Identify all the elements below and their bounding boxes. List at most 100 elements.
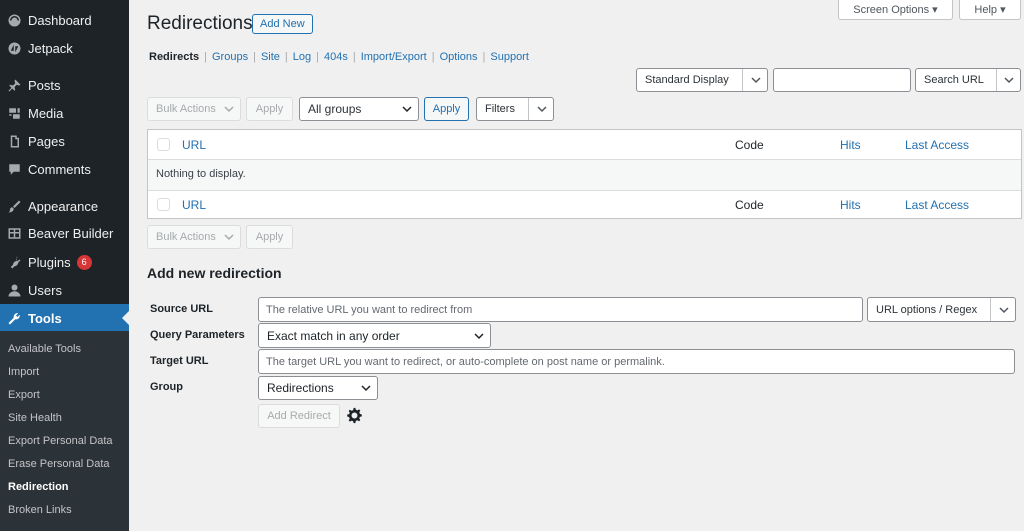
sidebar-item-label: Media (28, 105, 64, 121)
sidebar-item-label: Plugins (28, 254, 71, 270)
chevron-down-icon (474, 332, 484, 339)
admin-sidebar: Dashboard Jetpack Posts Media Pages Comm… (0, 0, 129, 531)
select-all-checkbox[interactable] (157, 138, 170, 151)
sidebar-item-dashboard[interactable]: Dashboard (0, 6, 129, 34)
plug-icon (6, 254, 22, 270)
screen-options-button[interactable]: Screen Options ▾ (838, 0, 953, 20)
form-title: Add new redirection (147, 265, 282, 281)
redirection-subnav: Redirects | Groups | Site | Log | 404s | Import/Ex… (149, 51, 529, 63)
column-code: Code (735, 198, 764, 212)
column-hits[interactable]: Hits (840, 198, 861, 212)
help-button[interactable]: Help ▾ (959, 0, 1021, 20)
sidebar-item-label: Users (28, 282, 62, 298)
chevron-down-icon (1004, 77, 1014, 84)
sidebar-item-label: Posts (28, 77, 61, 93)
column-last-access[interactable]: Last Access (905, 138, 969, 152)
submenu-item-import[interactable]: Import (8, 366, 39, 378)
url-options-select[interactable]: URL options / Regex (867, 297, 1016, 322)
subnav-log[interactable]: Log (293, 51, 311, 63)
display-select[interactable]: Standard Display (636, 68, 768, 92)
sidebar-item-users[interactable]: Users (0, 276, 129, 304)
bulk-actions-select-bottom[interactable]: Bulk Actions (147, 225, 241, 249)
column-last-access[interactable]: Last Access (905, 198, 969, 212)
bulk-apply-button-bottom[interactable]: Apply (246, 225, 293, 249)
submenu-item-export[interactable]: Export (8, 389, 40, 401)
group-apply-button[interactable]: Apply (424, 97, 469, 121)
search-input[interactable] (773, 68, 911, 92)
wrench-icon (6, 310, 22, 326)
query-parameters-select[interactable]: Exact match in any order (258, 323, 491, 348)
submenu-item-export-personal-data[interactable]: Export Personal Data (8, 435, 113, 447)
query-parameters-label: Query Parameters (150, 329, 245, 341)
subnav-groups[interactable]: Groups (212, 51, 248, 63)
chevron-down-icon (224, 106, 234, 113)
chevron-down-icon (361, 385, 371, 392)
subnav-404s[interactable]: 404s (324, 51, 348, 63)
group-select[interactable]: Redirections (258, 376, 378, 400)
submenu-item-redirection[interactable]: Redirection (8, 481, 69, 493)
dashboard-icon (6, 12, 22, 28)
search-type-select[interactable]: Search URL (915, 68, 1021, 92)
submenu-item-erase-personal-data[interactable]: Erase Personal Data (8, 458, 110, 470)
filters-select[interactable]: Filters (476, 97, 554, 121)
group-filter-select[interactable]: All groups (299, 97, 419, 121)
submenu-item-site-health[interactable]: Site Health (8, 412, 62, 424)
sidebar-item-plugins[interactable]: Plugins 6 (0, 248, 129, 276)
column-url[interactable]: URL (182, 138, 206, 152)
grid-icon (6, 225, 22, 241)
select-all-checkbox[interactable] (157, 198, 170, 211)
sidebar-item-label: Dashboard (28, 12, 92, 28)
submenu-item-broken-links[interactable]: Broken Links (8, 504, 72, 516)
update-count-badge: 6 (76, 254, 92, 270)
sidebar-item-posts[interactable]: Posts (0, 71, 129, 99)
bulk-apply-button[interactable]: Apply (246, 97, 293, 121)
subnav-import-export[interactable]: Import/Export (361, 51, 427, 63)
sidebar-item-tools[interactable]: Tools (0, 304, 129, 332)
sidebar-item-appearance[interactable]: Appearance (0, 192, 129, 220)
target-url-label: Target URL (150, 355, 209, 367)
sidebar-item-label: Tools (28, 310, 62, 326)
table-header-row: URL Code Hits Last Access (148, 130, 1021, 159)
column-url[interactable]: URL (182, 198, 206, 212)
subnav-support[interactable]: Support (490, 51, 529, 63)
pin-icon (6, 77, 22, 93)
page-title: Redirections (147, 13, 253, 34)
sidebar-item-label: Beaver Builder (28, 225, 114, 241)
gear-icon[interactable] (346, 407, 363, 424)
sidebar-item-pages[interactable]: Pages (0, 127, 129, 155)
sidebar-item-label: Appearance (28, 198, 99, 214)
comment-icon (6, 161, 22, 177)
redirects-table: URL Code Hits Last Access Nothing to dis… (147, 129, 1022, 219)
table-row: Nothing to display. (148, 159, 1021, 191)
sidebar-item-media[interactable]: Media (0, 99, 129, 127)
pages-icon (6, 133, 22, 149)
sidebar-item-jetpack[interactable]: Jetpack (0, 34, 129, 62)
empty-message: Nothing to display. (156, 168, 246, 180)
user-icon (6, 282, 22, 298)
tools-submenu: Available Tools Import Export Site Healt… (0, 331, 129, 531)
source-url-input[interactable]: The relative URL you want to redirect fr… (258, 297, 863, 322)
sidebar-item-comments[interactable]: Comments (0, 155, 129, 183)
bulk-actions-select[interactable]: Bulk Actions (147, 97, 241, 121)
brush-icon (6, 198, 22, 214)
target-url-input[interactable]: The target URL you want to redirect, or … (258, 349, 1015, 374)
column-hits[interactable]: Hits (840, 138, 861, 152)
chevron-down-icon (537, 106, 547, 113)
chevron-down-icon (751, 77, 761, 84)
sidebar-item-beaver-builder[interactable]: Beaver Builder (0, 219, 129, 247)
add-redirect-button[interactable]: Add Redirect (258, 404, 340, 428)
subnav-options[interactable]: Options (440, 51, 478, 63)
group-label: Group (150, 381, 183, 393)
jetpack-icon (6, 40, 22, 56)
chevron-down-icon (999, 306, 1009, 313)
source-url-label: Source URL (150, 303, 213, 315)
sidebar-item-label: Comments (28, 161, 91, 177)
chevron-down-icon (402, 106, 412, 113)
sidebar-item-label: Jetpack (28, 40, 73, 56)
table-footer-row: URL Code Hits Last Access (148, 190, 1021, 219)
subnav-redirects[interactable]: Redirects (149, 51, 199, 63)
add-new-button[interactable]: Add New (252, 14, 313, 34)
submenu-item-available-tools[interactable]: Available Tools (8, 343, 81, 355)
subnav-site[interactable]: Site (261, 51, 280, 63)
column-code: Code (735, 138, 764, 152)
